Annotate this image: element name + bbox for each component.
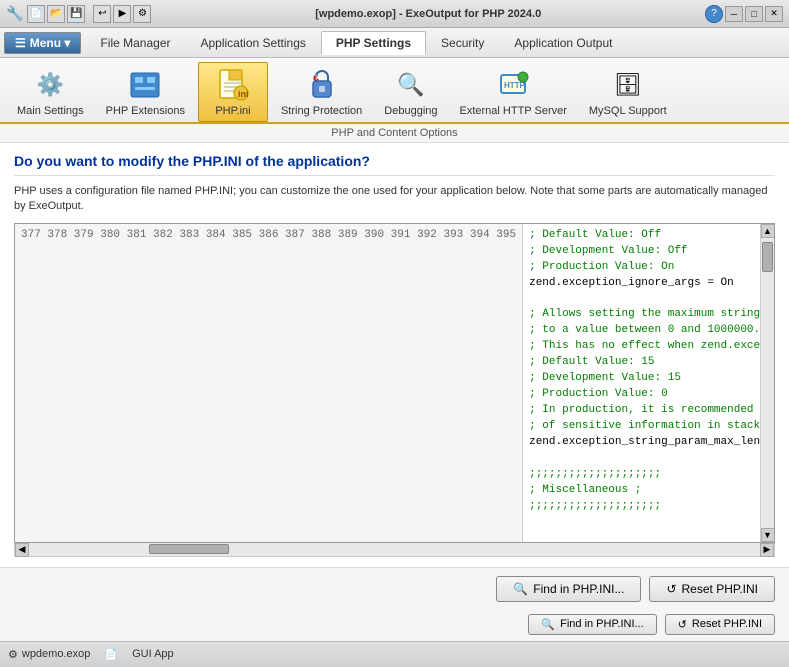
main-settings-icon: ⚙️ bbox=[32, 67, 68, 103]
page-description: PHP uses a configuration file named PHP.… bbox=[14, 184, 775, 215]
toolbar-icon-build[interactable]: ⚙ bbox=[133, 5, 151, 23]
toolbar-icon-new[interactable]: 📄 bbox=[27, 5, 45, 23]
maximize-button[interactable]: □ bbox=[745, 6, 763, 22]
file-icon: 📄 bbox=[104, 648, 118, 661]
status-bar: ⚙ wpdemo.exop 📄 GUI App bbox=[0, 641, 789, 667]
hscroll-track[interactable] bbox=[29, 543, 760, 556]
ribbon-string-protection[interactable]: ✕ String Protection bbox=[272, 62, 371, 122]
menu-button[interactable]: ☰ Menu ▾ bbox=[4, 32, 81, 54]
ribbon: ⚙️ Main Settings PHP Extensions ini bbox=[0, 58, 789, 124]
ribbon-main-settings[interactable]: ⚙️ Main Settings bbox=[8, 62, 93, 122]
menu-bar: ☰ Menu ▾ File Manager Application Settin… bbox=[0, 28, 789, 58]
string-protection-icon: ✕ bbox=[304, 67, 340, 103]
toolbar-icon-undo[interactable]: ↩ bbox=[93, 5, 111, 23]
scroll-up-arrow[interactable]: ▲ bbox=[761, 224, 775, 238]
content-area: Do you want to modify the PHP.INI of the… bbox=[0, 143, 789, 567]
tab-php-settings[interactable]: PHP Settings bbox=[321, 31, 426, 55]
status-file-icon: 📄 bbox=[104, 648, 118, 661]
tab-file-manager[interactable]: File Manager bbox=[85, 31, 185, 55]
debugging-label: Debugging bbox=[384, 105, 437, 117]
php-ini-editor[interactable]: 377 378 379 380 381 382 383 384 385 386 … bbox=[14, 223, 775, 543]
bottom-buttons-secondary: 🔍 Find in PHP.INI... ↺ Reset PHP.INI bbox=[0, 610, 789, 641]
reset-icon2: ↺ bbox=[678, 618, 687, 631]
svg-text:✕: ✕ bbox=[315, 75, 321, 82]
window-title: [wpdemo.exop] - ExeOutput for PHP 2024.0 bbox=[315, 8, 541, 20]
code-content[interactable]: ; Default Value: Off ; Development Value… bbox=[523, 224, 760, 542]
line-numbers: 377 378 379 380 381 382 383 384 385 386 … bbox=[15, 224, 523, 542]
hscroll-thumb[interactable] bbox=[149, 544, 229, 554]
status-app-type: GUI App bbox=[132, 648, 174, 660]
bottom-buttons: 🔍 Find in PHP.INI... ↺ Reset PHP.INI bbox=[0, 567, 789, 610]
external-http-label: External HTTP Server bbox=[460, 105, 567, 117]
php-ini-label: PHP.ini bbox=[215, 105, 250, 117]
menu-icon: ☰ bbox=[15, 36, 26, 50]
toolbar-icon-save[interactable]: 💾 bbox=[67, 5, 85, 23]
scroll-down-arrow[interactable]: ▼ bbox=[761, 528, 775, 542]
hscroll-right-arrow[interactable]: ▶ bbox=[760, 543, 774, 557]
ribbon-external-http[interactable]: HTTP External HTTP Server bbox=[451, 62, 576, 122]
scroll-track[interactable] bbox=[761, 238, 774, 528]
mysql-support-label: MySQL Support bbox=[589, 105, 667, 117]
php-extensions-label: PHP Extensions bbox=[106, 105, 185, 117]
mysql-support-icon: 🗄 bbox=[610, 67, 646, 103]
app-icon: 🔧 bbox=[6, 5, 23, 22]
tab-security[interactable]: Security bbox=[426, 31, 499, 55]
php-ini-icon: ini bbox=[215, 67, 251, 103]
reset-phpini-button[interactable]: ↺ Reset PHP.INI bbox=[649, 576, 775, 602]
minimize-button[interactable]: ─ bbox=[725, 6, 743, 22]
svg-text:ini: ini bbox=[238, 89, 249, 99]
main-settings-label: Main Settings bbox=[17, 105, 84, 117]
help-button[interactable]: ? bbox=[705, 5, 723, 23]
hscroll-left-arrow[interactable]: ◀ bbox=[15, 543, 29, 557]
find-in-phpini-button[interactable]: 🔍 Find in PHP.INI... bbox=[496, 576, 641, 602]
title-bar-left: 🔧 📄 📂 💾 ↩ ▶ ⚙ bbox=[6, 5, 151, 23]
reset-phpini-button2[interactable]: ↺ Reset PHP.INI bbox=[665, 614, 775, 635]
find-in-phpini-button2[interactable]: 🔍 Find in PHP.INI... bbox=[528, 614, 656, 635]
status-app-name: ⚙ wpdemo.exop bbox=[8, 648, 90, 661]
ribbon-php-ini[interactable]: ini PHP.ini bbox=[198, 62, 268, 122]
ribbon-debugging[interactable]: 🔍 Debugging bbox=[375, 62, 446, 122]
window-controls: ? ─ □ ✕ bbox=[705, 5, 783, 23]
debugging-icon: 🔍 bbox=[393, 67, 429, 103]
ribbon-subtitle: PHP and Content Options bbox=[0, 124, 789, 143]
ribbon-mysql-support[interactable]: 🗄 MySQL Support bbox=[580, 62, 676, 122]
tab-application-output[interactable]: Application Output bbox=[499, 31, 627, 55]
title-bar: 🔧 📄 📂 💾 ↩ ▶ ⚙ [wpdemo.exop] - ExeOutput … bbox=[0, 0, 789, 28]
ribbon-php-extensions[interactable]: PHP Extensions bbox=[97, 62, 194, 122]
app-name-icon: ⚙ bbox=[8, 648, 18, 661]
page-heading: Do you want to modify the PHP.INI of the… bbox=[14, 153, 775, 176]
scroll-thumb[interactable] bbox=[762, 242, 773, 272]
search-icon: 🔍 bbox=[513, 582, 528, 596]
reset-icon: ↺ bbox=[666, 582, 676, 596]
vertical-scrollbar[interactable]: ▲ ▼ bbox=[760, 224, 774, 542]
tab-application-settings[interactable]: Application Settings bbox=[185, 31, 320, 55]
toolbar-icon-run[interactable]: ▶ bbox=[113, 5, 131, 23]
horizontal-scrollbar[interactable]: ◀ ▶ bbox=[14, 543, 775, 557]
php-extensions-icon bbox=[127, 67, 163, 103]
toolbar-icon-open[interactable]: 📂 bbox=[47, 5, 65, 23]
string-protection-label: String Protection bbox=[281, 105, 362, 117]
close-button[interactable]: ✕ bbox=[765, 6, 783, 22]
external-http-icon: HTTP bbox=[495, 67, 531, 103]
title-text-icons: 📄 📂 💾 ↩ ▶ ⚙ bbox=[27, 5, 151, 23]
search-icon2: 🔍 bbox=[541, 618, 555, 631]
